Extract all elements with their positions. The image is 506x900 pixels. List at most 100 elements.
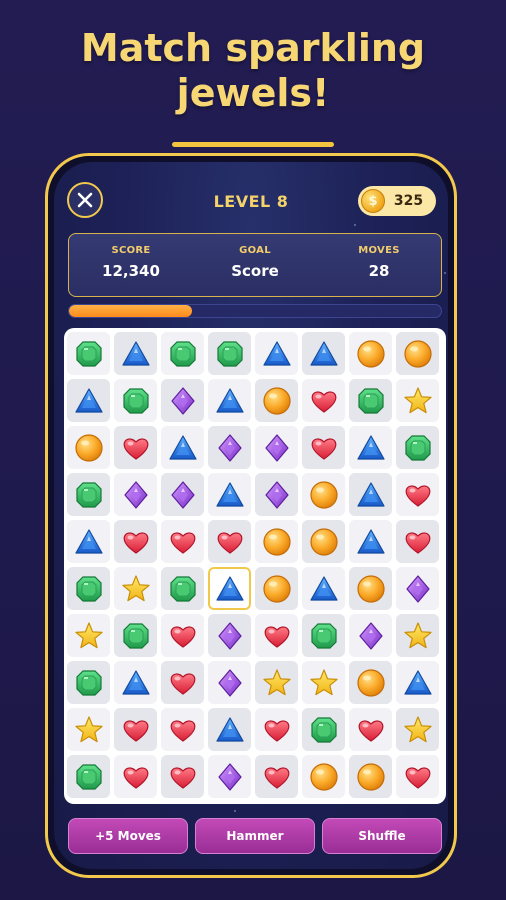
board-cell[interactable]	[67, 567, 110, 610]
board-cell[interactable]	[255, 473, 298, 516]
board-cell[interactable]	[396, 332, 439, 375]
board-cell[interactable]	[67, 379, 110, 422]
board-cell[interactable]	[208, 661, 251, 704]
board-cell[interactable]	[114, 708, 157, 751]
green-emerald-icon	[404, 434, 431, 461]
stat-score: SCORE 12,340	[69, 234, 193, 296]
board-cell[interactable]	[67, 520, 110, 563]
red-heart-icon	[405, 531, 430, 554]
board-cell[interactable]	[208, 520, 251, 563]
board-cell[interactable]	[255, 708, 298, 751]
red-heart-icon	[405, 484, 430, 507]
coin-balance[interactable]: $ 325	[358, 186, 436, 216]
board-cell[interactable]	[208, 379, 251, 422]
board-cell[interactable]	[255, 379, 298, 422]
hammer-button[interactable]: Hammer	[195, 818, 315, 854]
board-cell[interactable]	[114, 755, 157, 798]
board-cell[interactable]	[114, 473, 157, 516]
board-cell[interactable]	[114, 661, 157, 704]
board-cell[interactable]	[396, 567, 439, 610]
board-cell[interactable]	[161, 473, 204, 516]
board-cell[interactable]	[114, 614, 157, 657]
board-cell[interactable]	[161, 614, 204, 657]
board-cell[interactable]	[349, 379, 392, 422]
board-cell[interactable]	[255, 661, 298, 704]
board-cell[interactable]	[349, 661, 392, 704]
board-cell[interactable]	[396, 614, 439, 657]
shuffle-button[interactable]: Shuffle	[322, 818, 442, 854]
board-cell[interactable]	[396, 661, 439, 704]
yellow-star-icon	[403, 386, 432, 413]
board-cell[interactable]	[396, 520, 439, 563]
board-cell[interactable]	[349, 332, 392, 375]
board-cell[interactable]	[161, 426, 204, 469]
board-cell[interactable]	[255, 426, 298, 469]
board-cell[interactable]	[208, 708, 251, 751]
purple-diamond-icon	[358, 621, 383, 650]
yellow-star-icon	[74, 621, 103, 648]
board-cell[interactable]	[161, 567, 204, 610]
board-cell[interactable]	[302, 473, 345, 516]
board-cell[interactable]	[161, 708, 204, 751]
board-cell[interactable]	[255, 567, 298, 610]
board-cell[interactable]	[161, 379, 204, 422]
board-cell[interactable]	[114, 379, 157, 422]
blue-triangle-icon	[74, 528, 103, 554]
board-cell[interactable]	[302, 661, 345, 704]
board-cell[interactable]	[67, 614, 110, 657]
board-cell[interactable]	[208, 614, 251, 657]
board-cell[interactable]	[349, 755, 392, 798]
board-cell[interactable]	[396, 426, 439, 469]
board-cell[interactable]	[302, 520, 345, 563]
board-cell[interactable]	[114, 426, 157, 469]
board-cell[interactable]	[114, 520, 157, 563]
board-cell[interactable]	[302, 379, 345, 422]
board-cell[interactable]	[67, 661, 110, 704]
phone-frame: LEVEL 8 $ 325 SCORE 12,340 GOAL Score MO…	[45, 153, 457, 878]
board-cell[interactable]	[302, 332, 345, 375]
board-cell[interactable]	[349, 426, 392, 469]
board-cell[interactable]	[67, 426, 110, 469]
board-cell[interactable]	[208, 332, 251, 375]
board-cell[interactable]	[302, 708, 345, 751]
board-cell[interactable]	[161, 332, 204, 375]
board-cell[interactable]	[208, 473, 251, 516]
board-cell[interactable]	[208, 426, 251, 469]
orange-orb-icon	[356, 668, 385, 697]
board-cell[interactable]	[255, 332, 298, 375]
board-cell[interactable]	[396, 473, 439, 516]
board-cell[interactable]	[349, 567, 392, 610]
board-cell[interactable]	[161, 755, 204, 798]
board-cell[interactable]	[396, 379, 439, 422]
board-cell[interactable]	[396, 708, 439, 751]
board-cell[interactable]	[161, 661, 204, 704]
board-cell[interactable]	[396, 755, 439, 798]
blue-triangle-icon	[262, 340, 291, 366]
board-cell[interactable]	[255, 755, 298, 798]
board-cell[interactable]	[208, 755, 251, 798]
board-cell[interactable]	[67, 473, 110, 516]
orange-orb-icon	[356, 574, 385, 603]
board-cell[interactable]	[114, 332, 157, 375]
extra-moves-button[interactable]: +5 Moves	[68, 818, 188, 854]
board-cell[interactable]	[349, 614, 392, 657]
board-cell[interactable]	[67, 332, 110, 375]
board-cell[interactable]	[67, 755, 110, 798]
board-cell[interactable]	[255, 520, 298, 563]
board-cell[interactable]	[255, 614, 298, 657]
board-cell[interactable]	[302, 567, 345, 610]
red-heart-icon	[264, 766, 289, 789]
board-cell[interactable]	[349, 473, 392, 516]
purple-diamond-icon	[170, 386, 195, 415]
board-cell[interactable]	[349, 708, 392, 751]
board-cell[interactable]	[208, 567, 251, 610]
board-cell[interactable]	[302, 426, 345, 469]
board-cell[interactable]	[161, 520, 204, 563]
board-cell[interactable]	[302, 614, 345, 657]
board-cell[interactable]	[67, 708, 110, 751]
green-emerald-icon	[169, 340, 196, 367]
board-cell[interactable]	[114, 567, 157, 610]
board-cell[interactable]	[349, 520, 392, 563]
orange-orb-icon	[309, 480, 338, 509]
board-cell[interactable]	[302, 755, 345, 798]
